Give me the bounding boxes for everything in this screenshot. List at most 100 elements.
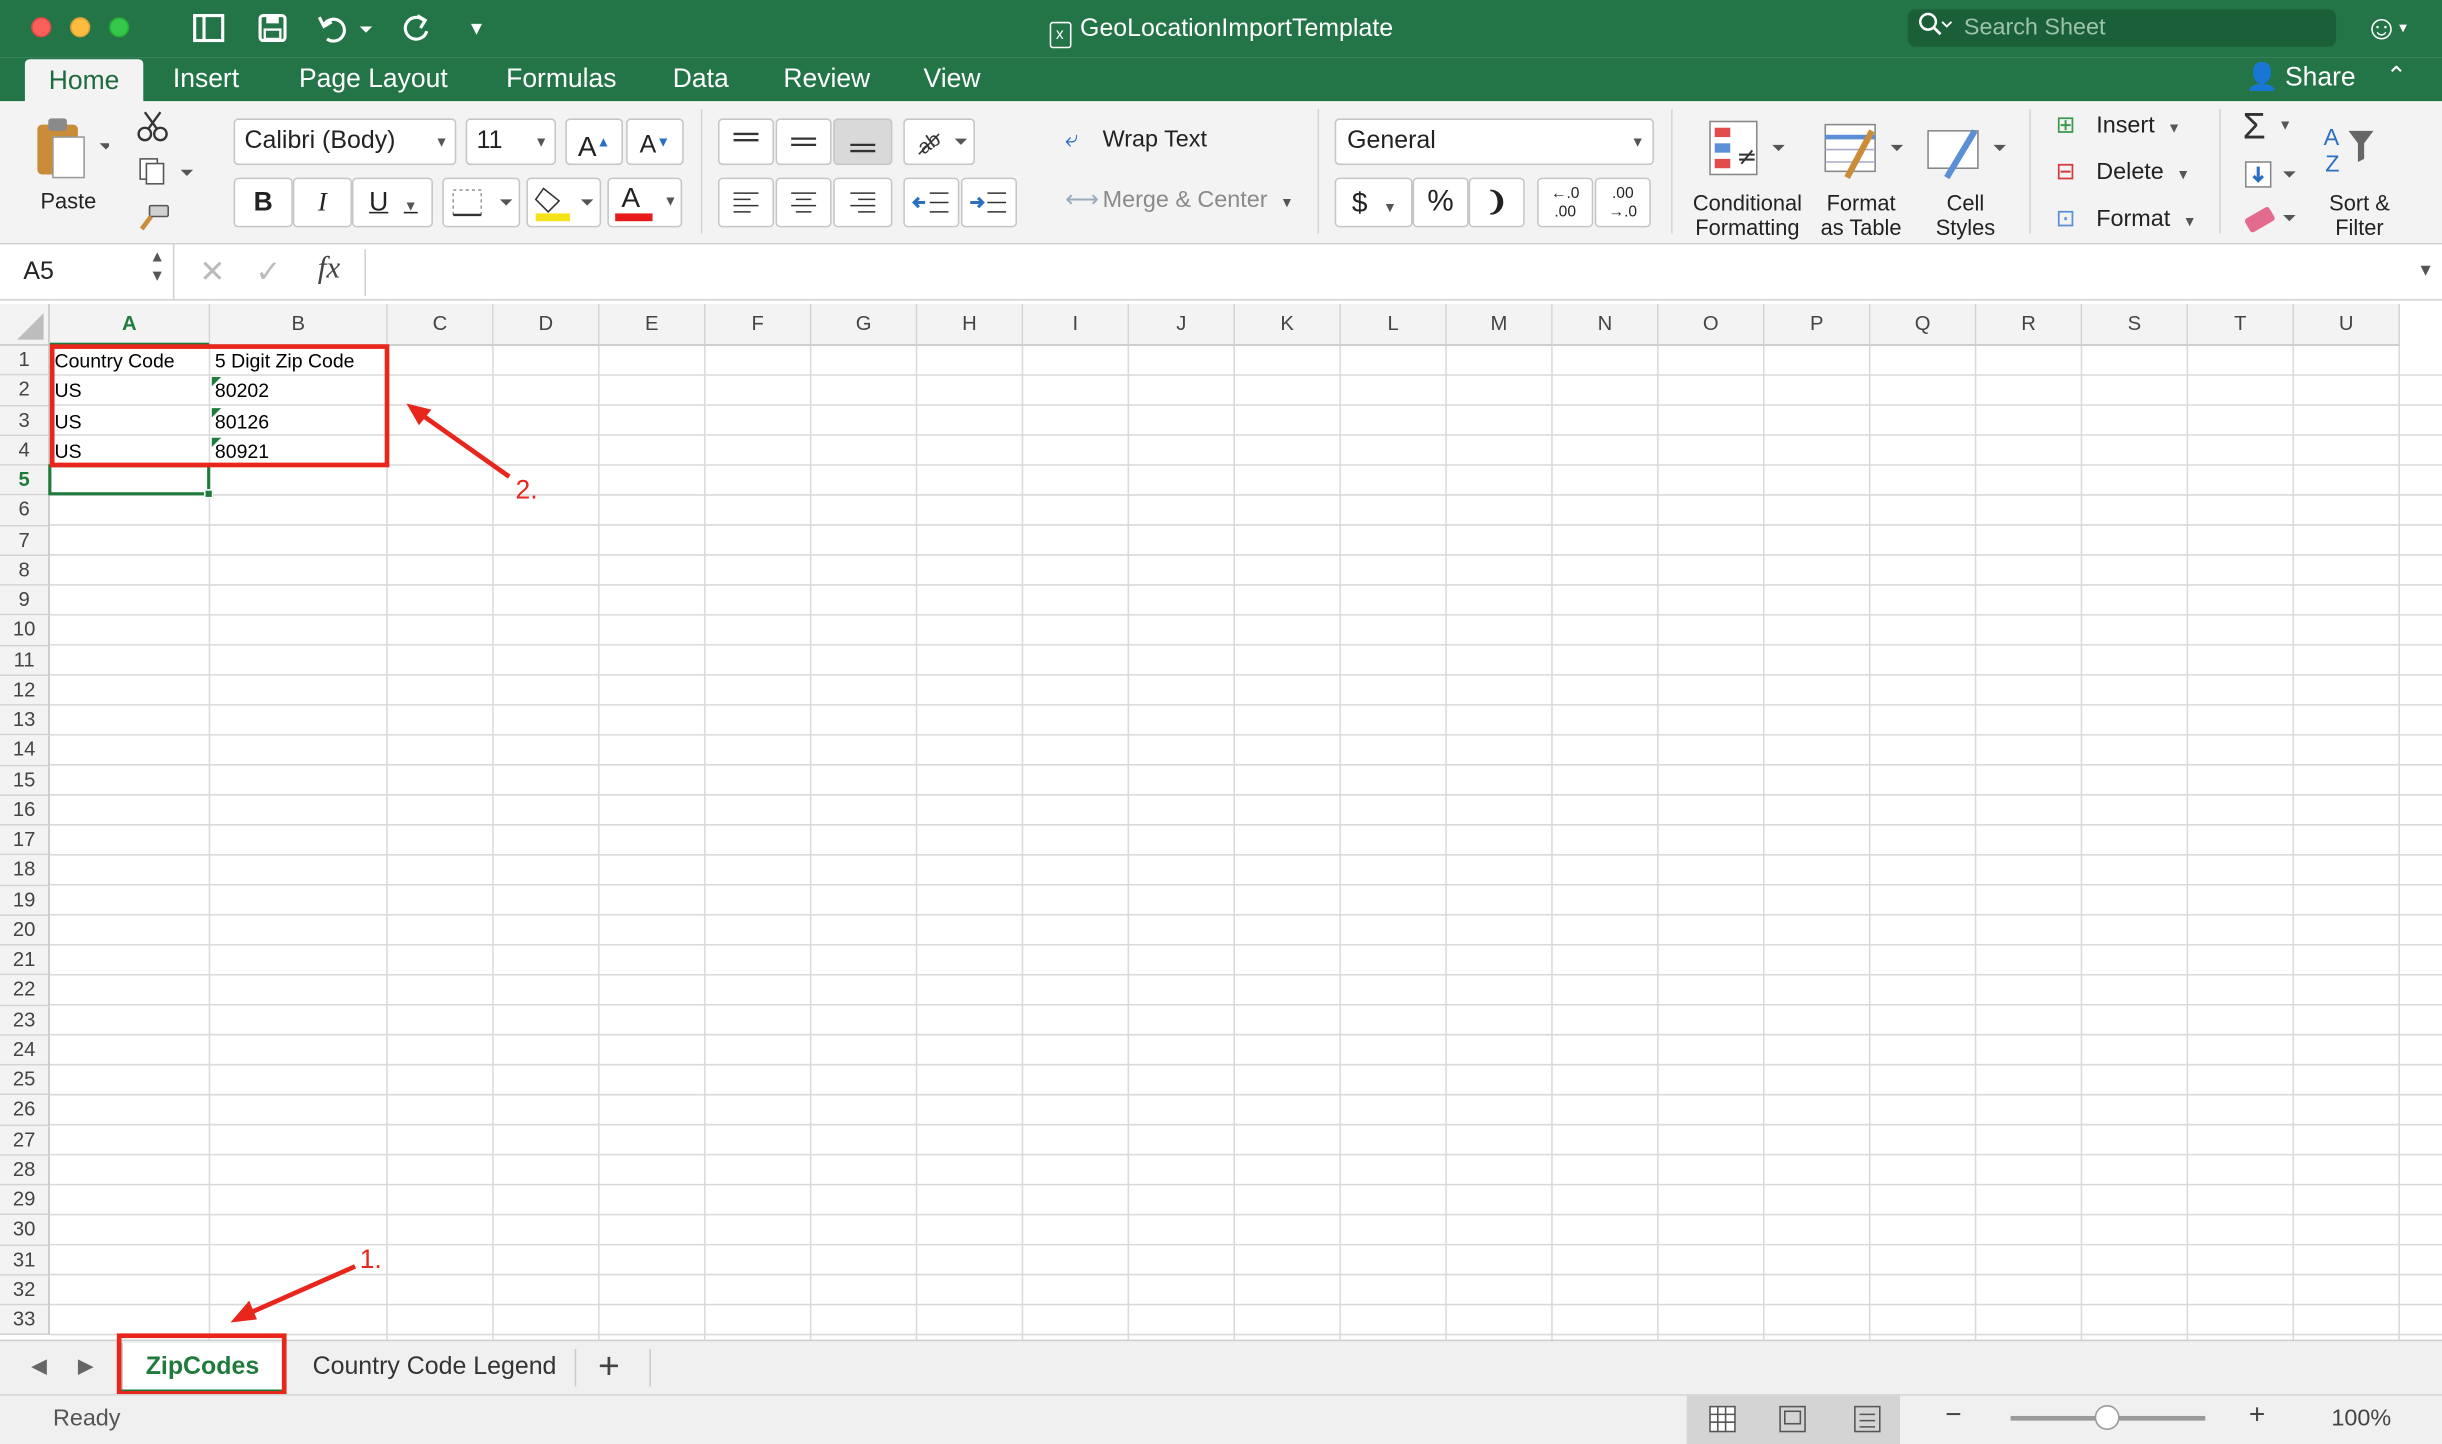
page-layout-view-icon[interactable]	[1779, 1405, 1807, 1441]
share-button[interactable]: 👤 Share	[2246, 58, 2356, 99]
tab-home[interactable]: Home	[24, 59, 144, 103]
row-header-7[interactable]: 7	[0, 525, 50, 556]
add-sheet-button[interactable]: +	[598, 1343, 620, 1393]
row-header-22[interactable]: 22	[0, 975, 50, 1006]
column-header-n[interactable]: N	[1552, 303, 1659, 346]
search-sheet-input[interactable]: Search Sheet	[1907, 9, 2337, 47]
row-header-9[interactable]: 9	[0, 585, 50, 616]
orientation-button[interactable]: ab	[903, 118, 975, 166]
row-header-18[interactable]: 18	[0, 855, 50, 886]
name-box[interactable]: A5	[0, 244, 175, 301]
row-header-4[interactable]: 4	[0, 435, 50, 466]
column-header-j[interactable]: J	[1129, 303, 1236, 346]
format-as-table-label[interactable]: Format as Table	[1816, 190, 1906, 240]
row-header-19[interactable]: 19	[0, 885, 50, 916]
increase-indent-button[interactable]	[960, 177, 1017, 228]
zoom-slider-thumb[interactable]	[2094, 1405, 2120, 1430]
tab-formulas[interactable]: Formulas	[484, 58, 638, 102]
decrease-indent-button[interactable]	[903, 177, 960, 228]
row-header-32[interactable]: 32	[0, 1275, 50, 1306]
font-size-dropdown[interactable]: 11 ▼	[465, 118, 556, 166]
copy-icon[interactable]	[137, 156, 199, 195]
row-header-6[interactable]: 6	[0, 495, 50, 526]
tab-view[interactable]: View	[902, 58, 1003, 102]
font-name-dropdown[interactable]: Calibri (Body) ▼	[233, 118, 457, 166]
align-middle-button[interactable]	[775, 118, 832, 166]
row-header-24[interactable]: 24	[0, 1035, 50, 1066]
row-header-10[interactable]: 10	[0, 615, 50, 646]
underline-button[interactable]: U ▼	[351, 177, 433, 228]
align-center-button[interactable]	[775, 177, 832, 228]
align-left-button[interactable]	[717, 177, 775, 228]
column-header-k[interactable]: K	[1235, 303, 1341, 346]
row-header-16[interactable]: 16	[0, 795, 50, 826]
tab-page-layout[interactable]: Page Layout	[277, 58, 469, 102]
tab-data[interactable]: Data	[651, 58, 751, 102]
percent-button[interactable]: %	[1412, 177, 1469, 228]
conditional-formatting-icon[interactable]: ≠	[1704, 115, 1785, 188]
row-header-3[interactable]: 3	[0, 405, 50, 436]
row-header-12[interactable]: 12	[0, 675, 50, 706]
feedback-smiley-icon[interactable]: ☺▾	[2364, 9, 2407, 48]
collapse-ribbon-icon[interactable]: ⌃	[2386, 58, 2407, 99]
format-cells-button[interactable]: ⊡ Format ▼	[2056, 206, 2197, 233]
insert-function-icon[interactable]: fx	[318, 251, 340, 287]
italic-button[interactable]: I	[292, 177, 352, 228]
sort-filter-icon[interactable]: AZ	[2321, 118, 2390, 185]
column-header-p[interactable]: P	[1764, 303, 1871, 346]
cell-styles-label[interactable]: Cell Styles	[1925, 190, 2006, 240]
number-format-dropdown[interactable]: General ▼	[1334, 118, 1654, 166]
row-header-21[interactable]: 21	[0, 945, 50, 976]
row-header-26[interactable]: 26	[0, 1095, 50, 1126]
clear-button[interactable]	[2243, 203, 2299, 242]
column-header-l[interactable]: L	[1340, 303, 1447, 346]
select-all-corner[interactable]	[0, 303, 50, 346]
wrap-text-button[interactable]: ⤶ Wrap Text	[1065, 127, 1207, 153]
cell-styles-icon[interactable]	[1925, 115, 2006, 188]
row-header-15[interactable]: 15	[0, 765, 50, 796]
borders-button[interactable]	[442, 177, 521, 228]
decrease-font-size-button[interactable]: A▼	[626, 118, 684, 166]
cut-scissors-icon[interactable]	[137, 109, 168, 151]
tab-insert[interactable]: Insert	[151, 58, 261, 102]
row-header-20[interactable]: 20	[0, 915, 50, 946]
decrease-decimal-button[interactable]: .00 →.0	[1594, 177, 1651, 228]
row-header-27[interactable]: 27	[0, 1125, 50, 1156]
column-header-h[interactable]: H	[917, 303, 1024, 346]
zoom-out-button[interactable]: −	[1945, 1399, 1961, 1432]
column-header-q[interactable]: Q	[1870, 303, 1977, 346]
row-header-31[interactable]: 31	[0, 1245, 50, 1276]
currency-button[interactable]: $ ▼	[1334, 177, 1413, 228]
next-sheet-icon[interactable]: ▶	[78, 1354, 94, 1379]
fill-color-button[interactable]	[526, 177, 602, 228]
column-header-m[interactable]: M	[1446, 303, 1553, 346]
row-header-25[interactable]: 25	[0, 1065, 50, 1096]
conditional-formatting-label[interactable]: Conditional Formatting	[1690, 190, 1805, 240]
row-header-14[interactable]: 14	[0, 735, 50, 766]
column-header-g[interactable]: G	[811, 303, 918, 346]
increase-decimal-button[interactable]: ←.0.00	[1537, 177, 1594, 228]
previous-sheet-icon[interactable]: ◀	[31, 1354, 47, 1379]
format-painter-icon[interactable]	[137, 203, 171, 242]
zoom-in-button[interactable]: +	[2249, 1399, 2265, 1432]
normal-view-icon[interactable]	[1708, 1405, 1736, 1441]
column-header-o[interactable]: O	[1658, 303, 1765, 346]
format-as-table-icon[interactable]	[1822, 115, 1904, 188]
column-header-f[interactable]: F	[705, 303, 812, 346]
sheet-tab-country-code-legend[interactable]: Country Code Legend	[296, 1343, 573, 1393]
page-break-view-icon[interactable]	[1853, 1405, 1881, 1441]
column-header-t[interactable]: T	[2188, 303, 2295, 346]
row-header-8[interactable]: 8	[0, 555, 50, 586]
column-header-i[interactable]: I	[1023, 303, 1130, 346]
merge-center-button[interactable]: ⟷ Merge & Center ▼	[1065, 188, 1294, 214]
row-header-5[interactable]: 5	[0, 465, 50, 496]
row-header-2[interactable]: 2	[0, 375, 50, 406]
bold-button[interactable]: B	[233, 177, 293, 228]
insert-cells-button[interactable]: ⊞ Insert ▼	[2056, 113, 2181, 140]
comma-style-button[interactable]: ❩	[1468, 177, 1525, 228]
formula-input[interactable]	[364, 249, 2389, 296]
paste-clipboard-icon[interactable]	[31, 115, 113, 191]
row-header-30[interactable]: 30	[0, 1215, 50, 1246]
fill-button[interactable]	[2243, 159, 2299, 198]
increase-font-size-button[interactable]: A▲	[565, 118, 623, 166]
